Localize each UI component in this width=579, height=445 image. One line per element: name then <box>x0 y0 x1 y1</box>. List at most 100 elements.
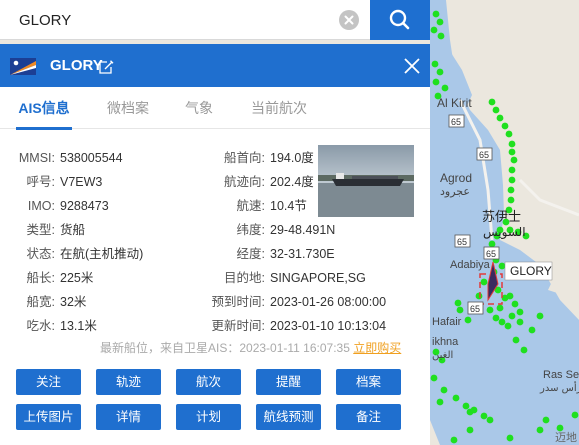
eta-value: 2023-01-26 08:00:00 <box>270 295 387 309</box>
ais-ship-dot[interactable] <box>498 318 506 326</box>
plan-button[interactable]: 计划 <box>176 404 241 430</box>
road-shield-number: 65 <box>479 150 489 160</box>
ais-ship-dot[interactable] <box>436 398 444 406</box>
clear-search-button[interactable] <box>339 10 359 30</box>
ais-ship-dot[interactable] <box>492 314 500 322</box>
ais-ship-dot[interactable] <box>486 306 494 314</box>
longitude-label: 经度: <box>236 247 265 261</box>
place-label-ikhna-ar: الغين <box>432 350 453 361</box>
panel-tabs: AIS信息 微档案 气象 当前航次 <box>0 87 430 130</box>
tab-micro-archive[interactable]: 微档案 <box>104 87 152 129</box>
ais-ship-dot[interactable] <box>452 394 460 402</box>
ais-ship-dot[interactable] <box>512 336 520 344</box>
ais-ship-dot[interactable] <box>475 292 483 300</box>
svg-text:GLORY: GLORY <box>510 264 552 278</box>
ais-ship-dot[interactable] <box>430 26 438 34</box>
road-shield-number: 65 <box>470 304 480 314</box>
ais-ship-dot[interactable] <box>431 60 439 68</box>
ais-ship-dot[interactable] <box>470 406 478 414</box>
ais-ship-dot[interactable] <box>516 308 524 316</box>
ais-ship-dot[interactable] <box>504 322 512 330</box>
ais-ship-dot[interactable] <box>456 306 464 314</box>
updated-value: 2023-01-10 10:13:04 <box>270 319 387 333</box>
ais-ship-dot[interactable] <box>436 68 444 76</box>
ais-ship-dot[interactable] <box>436 18 444 26</box>
ais-ship-dot[interactable] <box>480 412 488 420</box>
ais-ship-dot[interactable] <box>486 416 494 424</box>
search-input[interactable] <box>0 0 370 40</box>
longitude-value: 32-31.730E <box>270 247 335 261</box>
search-button[interactable] <box>370 0 430 40</box>
follow-button[interactable]: 关注 <box>16 369 81 395</box>
tab-current-voyage[interactable]: 当前航次 <box>248 87 310 129</box>
ais-ship-dot[interactable] <box>505 130 513 138</box>
upload-photo-button[interactable]: 上传图片 <box>16 404 81 430</box>
tab-weather[interactable]: 气象 <box>183 87 215 129</box>
type-value: 货船 <box>60 223 86 237</box>
ais-ship-dot[interactable] <box>506 434 514 442</box>
search-bar <box>0 0 430 40</box>
ais-ship-dot[interactable] <box>508 148 516 156</box>
ais-ship-dot[interactable] <box>466 426 474 434</box>
ais-ship-dot[interactable] <box>488 98 496 106</box>
ais-ship-dot[interactable] <box>496 304 504 312</box>
ais-ship-dot[interactable] <box>511 300 519 308</box>
ais-ship-dot[interactable] <box>506 292 514 300</box>
ais-ship-dot[interactable] <box>454 299 462 307</box>
details-button[interactable]: 详情 <box>96 404 161 430</box>
ais-ship-dot[interactable] <box>498 262 506 270</box>
search-icon <box>389 9 410 30</box>
ais-ship-dot[interactable] <box>488 240 496 248</box>
ais-ship-dot[interactable] <box>508 140 516 148</box>
marshall-islands-flag-icon <box>10 58 36 75</box>
ais-ship-dot[interactable] <box>507 196 515 204</box>
heading-label: 船首向: <box>224 151 265 165</box>
route-prediction-button[interactable]: 航线预测 <box>256 404 321 430</box>
ais-ship-dot[interactable] <box>520 346 528 354</box>
length-label: 船长: <box>26 271 55 285</box>
ais-ship-dot[interactable] <box>450 436 458 444</box>
ais-ship-dot[interactable] <box>536 426 544 434</box>
ais-ship-dot[interactable] <box>536 312 544 320</box>
ship-photo[interactable] <box>318 145 414 217</box>
ais-ship-dot[interactable] <box>508 312 516 320</box>
destination-label: 目的地: <box>224 271 265 285</box>
ais-ship-dot[interactable] <box>440 386 448 394</box>
road-shield: 65 <box>454 234 471 248</box>
reminder-button[interactable]: 提醒 <box>256 369 321 395</box>
ais-ship-dot[interactable] <box>571 411 579 419</box>
ais-ship-dot[interactable] <box>462 402 470 410</box>
buy-now-link[interactable]: 立即购买 <box>353 341 401 355</box>
ais-ship-dot[interactable] <box>508 166 516 174</box>
place-label-suez: 苏伊士 <box>482 209 521 225</box>
ais-ship-dot[interactable] <box>528 326 536 334</box>
ais-ship-dot[interactable] <box>432 10 440 18</box>
ais-ship-dot[interactable] <box>501 122 509 130</box>
ais-ship-dot[interactable] <box>542 416 550 424</box>
panel-header: GLORY <box>0 44 430 87</box>
ais-ship-dot[interactable] <box>430 374 438 382</box>
mmsi-label: MMSI: <box>18 151 55 165</box>
voyage-button[interactable]: 航次 <box>176 369 241 395</box>
speed-value: 10.4节 <box>270 199 307 213</box>
ais-ship-dot[interactable] <box>516 318 524 326</box>
ais-ship-dot[interactable] <box>432 78 440 86</box>
ais-ship-dot[interactable] <box>441 84 449 92</box>
ais-ship-dot[interactable] <box>480 278 488 286</box>
notes-button[interactable]: 备注 <box>336 404 401 430</box>
edit-icon[interactable] <box>98 59 114 75</box>
length-value: 225米 <box>60 271 94 285</box>
archive-button[interactable]: 档案 <box>336 369 401 395</box>
ais-ship-dot[interactable] <box>510 156 518 164</box>
ais-ship-dot[interactable] <box>496 114 504 122</box>
ais-ship-dot[interactable] <box>508 176 516 184</box>
ais-ship-dot[interactable] <box>437 32 445 40</box>
place-label-suez-ar: السويس <box>483 225 526 240</box>
road-shield-number: 65 <box>451 117 461 127</box>
close-icon[interactable] <box>402 56 422 76</box>
track-button[interactable]: 轨迹 <box>96 369 161 395</box>
tab-ais-info[interactable]: AIS信息 <box>16 87 72 130</box>
ais-ship-dot[interactable] <box>492 106 500 114</box>
ais-ship-dot[interactable] <box>507 186 515 194</box>
ais-ship-dot[interactable] <box>464 316 472 324</box>
